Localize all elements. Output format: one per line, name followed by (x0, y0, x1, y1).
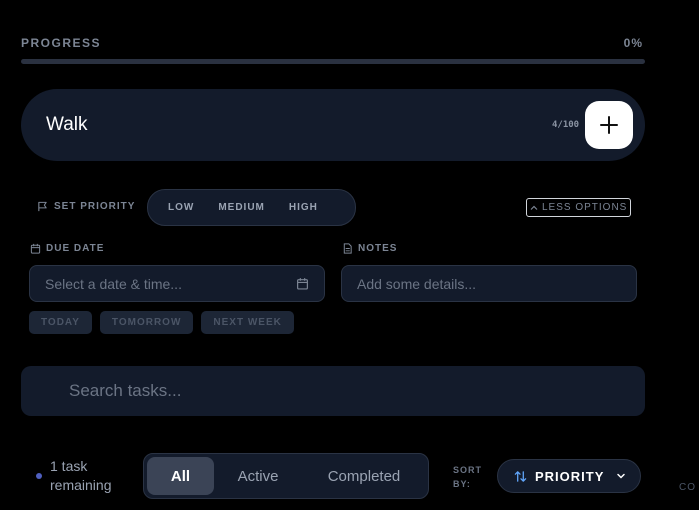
tasks-remaining-suffix: remaining (50, 477, 112, 493)
set-priority-text: SET PRIORITY (54, 201, 136, 212)
less-options-button[interactable]: LESS OPTIONS (526, 198, 632, 217)
tasks-remaining-count: 1 task (50, 458, 88, 474)
notes-input[interactable] (357, 274, 597, 294)
priority-medium-button[interactable]: MEDIUM (206, 196, 277, 220)
notes-label: NOTES (342, 243, 397, 254)
priority-selector: LOW MEDIUM HIGH (147, 189, 356, 226)
sort-by-label: SORT BY: (453, 465, 483, 489)
progress-value: 0% (623, 36, 643, 50)
sort-value: PRIORITY (535, 468, 605, 484)
sort-dropdown[interactable]: PRIORITY (497, 459, 641, 493)
set-priority-label: SET PRIORITY (37, 201, 135, 212)
progress-label: PROGRESS (21, 36, 102, 50)
quick-date-tomorrow[interactable]: TOMORROW (99, 311, 194, 334)
due-date-field (29, 265, 325, 302)
filter-completed-tab[interactable]: Completed (310, 457, 418, 495)
notes-icon (343, 243, 352, 254)
flag-icon (38, 201, 47, 212)
priority-high-button[interactable]: HIGH (277, 196, 330, 220)
add-task-button[interactable] (585, 101, 633, 149)
due-date-label-text: DUE DATE (46, 243, 105, 254)
char-count: 4/100 (552, 120, 580, 130)
quick-date-options: TODAY TOMORROW NEXT WEEK (29, 311, 294, 334)
search-input[interactable] (69, 380, 609, 402)
task-input-bar: 4/100 (21, 89, 645, 161)
edge-cutoff-text: CO (679, 482, 696, 493)
notes-label-text: NOTES (358, 243, 398, 254)
search-bar (21, 366, 645, 416)
sort-arrows-icon (514, 470, 527, 482)
quick-date-next-week[interactable]: NEXT WEEK (201, 311, 294, 334)
plus-icon (600, 116, 618, 134)
priority-low-button[interactable]: LOW (156, 196, 206, 220)
progress-bar (21, 59, 645, 64)
tasks-remaining: 1 task remaining (36, 457, 130, 495)
status-dot (36, 473, 42, 479)
date-picker-button[interactable] (296, 277, 309, 295)
notes-field (341, 265, 637, 302)
filter-active-tab[interactable]: Active (220, 457, 296, 495)
due-date-input[interactable] (45, 274, 285, 294)
calendar-icon (297, 278, 308, 290)
quick-date-today[interactable]: TODAY (29, 311, 92, 334)
priority-row: SET PRIORITY LOW MEDIUM HIGH LESS OPTION… (37, 189, 637, 226)
calendar-icon (30, 243, 41, 254)
chevron-up-icon (530, 205, 538, 210)
due-date-label: DUE DATE (30, 243, 104, 254)
task-input[interactable] (46, 111, 526, 139)
filter-tabs: All Active Completed (143, 453, 429, 499)
less-options-label: LESS OPTIONS (542, 202, 628, 213)
filter-all-tab[interactable]: All (147, 457, 214, 495)
chevron-down-icon (617, 473, 626, 479)
tasks-remaining-text: 1 task remaining (50, 457, 130, 495)
